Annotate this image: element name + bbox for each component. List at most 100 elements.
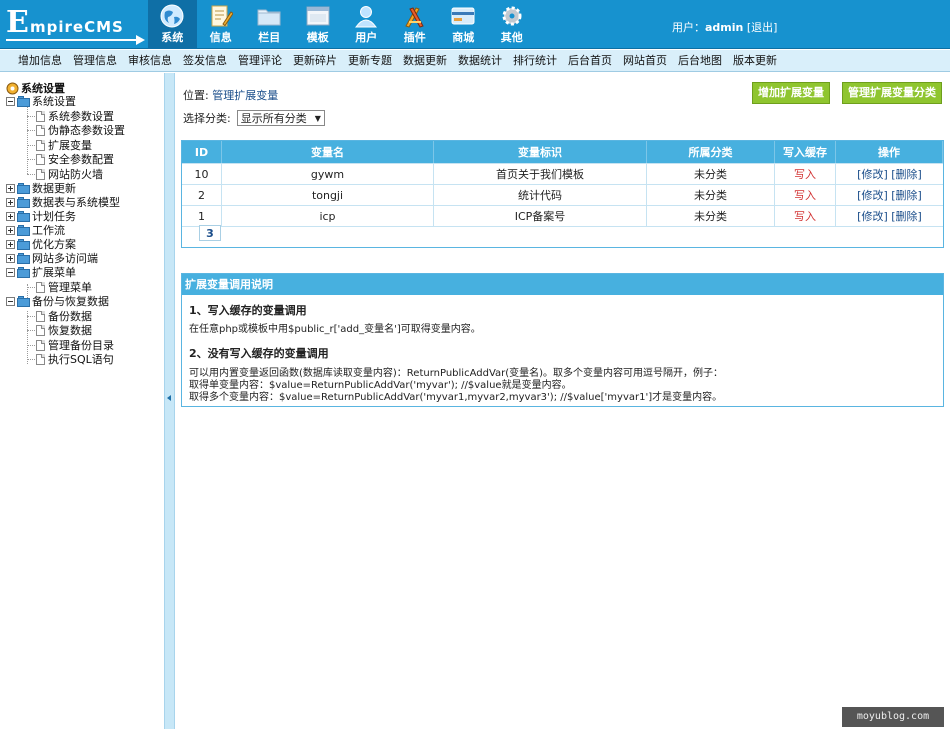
tree-item-rewrite-params[interactable]: 伪静态参数设置 (36, 123, 125, 137)
tree-group-backup[interactable]: 备份与恢复数据 (6, 294, 109, 308)
tools-icon (404, 7, 424, 28)
table-footer (182, 226, 943, 248)
tree-item-firewall[interactable]: 网站防火墙 (36, 167, 103, 181)
manage-ext-var-class-button[interactable]: 管理扩展变量分类 (842, 82, 942, 104)
folder-icon (17, 266, 30, 278)
expand-icon[interactable] (6, 253, 15, 263)
empirecms-logo: E mpireCMS (4, 6, 145, 45)
folder-icon (17, 252, 30, 264)
write-cache-link[interactable]: 写入 (794, 166, 816, 182)
table-header: ID 变量名 变量标识 所属分类 写入缓存 操作 (182, 141, 943, 163)
collapse-arrow-icon[interactable] (167, 395, 171, 401)
top-nav: 系统 信息 栏目 模板 用户 插件 商城 其他 (148, 0, 536, 49)
collapse-icon[interactable] (6, 296, 15, 306)
folder-icon (17, 196, 30, 208)
tree-group-data-update[interactable]: 数据更新 (6, 181, 76, 195)
expand-icon[interactable] (6, 197, 15, 207)
quick-manage-info[interactable]: 管理信息 (67, 50, 122, 71)
table-row: 2 tongji 统计代码 未分类 写入 [修改] [删除] (182, 184, 943, 205)
quick-review-info[interactable]: 审核信息 (122, 50, 177, 71)
add-ext-var-button[interactable]: 增加扩展变量 (752, 82, 830, 104)
expand-icon[interactable] (6, 239, 15, 249)
tree-group-workflow[interactable]: 工作流 (6, 223, 65, 237)
card-icon (451, 7, 475, 25)
help-panel: 扩展变量调用说明 1、写入缓存的变量调用 在任意php或模板中用$public_… (181, 273, 944, 407)
tree-group-system-settings[interactable]: 系统设置 (6, 94, 76, 108)
quick-admin-home[interactable]: 后台首页 (562, 50, 617, 71)
collapse-icon[interactable] (6, 96, 15, 106)
tab-column[interactable]: 栏目 (245, 0, 294, 49)
breadcrumb-link[interactable]: 管理扩展变量 (212, 89, 278, 102)
ext-var-table: ID 变量名 变量标识 所属分类 写入缓存 操作 10 gywm 首页关于我们模… (181, 140, 944, 248)
quick-data-update[interactable]: 数据更新 (397, 50, 452, 71)
page-icon (36, 168, 45, 180)
delete-link[interactable]: [删除] (891, 187, 922, 203)
col-actions: 操作 (836, 141, 943, 163)
tab-other[interactable]: 其他 (488, 0, 537, 49)
quick-update-topics[interactable]: 更新专题 (342, 50, 397, 71)
tree-group-tables-models[interactable]: 数据表与系统模型 (6, 195, 120, 209)
tree-item-system-params[interactable]: 系统参数设置 (36, 109, 114, 123)
quick-manage-comments[interactable]: 管理评论 (232, 50, 287, 71)
edit-icon (211, 5, 233, 27)
delete-link[interactable]: [删除] (891, 208, 922, 224)
tree-item-exec-sql[interactable]: 执行SQL语句 (36, 352, 114, 366)
collapse-icon[interactable] (6, 267, 15, 277)
expand-icon[interactable] (6, 183, 15, 193)
page-icon (36, 353, 45, 365)
tab-info[interactable]: 信息 (197, 0, 246, 49)
settings-icon (6, 82, 19, 94)
user-info: 用户：admin [退出] (672, 21, 778, 34)
page-number[interactable]: 3 (199, 225, 221, 241)
edit-link[interactable]: [修改] (857, 187, 888, 203)
quick-version-update[interactable]: 版本更新 (727, 50, 782, 71)
table-row: 10 gywm 首页关于我们模板 未分类 写入 [修改] [删除] (182, 163, 943, 184)
tree-group-optimization[interactable]: 优化方案 (6, 237, 76, 251)
delete-link[interactable]: [删除] (891, 166, 922, 182)
quick-update-fragments[interactable]: 更新碎片 (287, 50, 342, 71)
edit-link[interactable]: [修改] (857, 166, 888, 182)
help-title: 扩展变量调用说明 (182, 274, 943, 295)
quick-data-stats[interactable]: 数据统计 (452, 50, 507, 71)
tab-user[interactable]: 用户 (342, 0, 391, 49)
dropdown-arrow-icon: ▼ (314, 113, 321, 123)
class-select[interactable]: 显示所有分类 ▼ (236, 110, 325, 126)
help-text-4: 取得多个变量内容：$value=ReturnPublicAddVar('myva… (189, 392, 723, 403)
top-header: E mpireCMS 系统 信息 栏目 模板 用户 插件 商城 其他 用户：ad… (0, 0, 950, 49)
tree-item-manage-menu[interactable]: 管理菜单 (36, 280, 92, 294)
expand-icon[interactable] (6, 211, 15, 221)
quick-rank-stats[interactable]: 排行统计 (507, 50, 562, 71)
folder-icon (17, 224, 30, 236)
tree-item-backup-dir[interactable]: 管理备份目录 (36, 338, 114, 352)
expand-icon[interactable] (6, 225, 15, 235)
tree-group-scheduled-tasks[interactable]: 计划任务 (6, 209, 76, 223)
folder-icon (257, 9, 281, 26)
page-icon (36, 339, 45, 351)
tree-item-security-params[interactable]: 安全参数配置 (36, 152, 114, 166)
tab-system[interactable]: 系统 (148, 0, 197, 49)
tab-template[interactable]: 模板 (294, 0, 343, 49)
tree-item-backup-data[interactable]: 备份数据 (36, 309, 92, 323)
tree-item-restore-data[interactable]: 恢复数据 (36, 323, 92, 337)
logout-link[interactable]: [退出] (747, 21, 778, 34)
tree-group-ext-menu[interactable]: 扩展菜单 (6, 265, 76, 279)
help-heading-1: 1、写入缓存的变量调用 (189, 304, 307, 317)
tree-item-ext-vars[interactable]: 扩展变量 (36, 138, 92, 152)
quick-sign-info[interactable]: 签发信息 (177, 50, 232, 71)
tab-shop[interactable]: 商城 (439, 0, 488, 49)
quick-site-home[interactable]: 网站首页 (617, 50, 672, 71)
window-icon (306, 6, 329, 26)
folder-icon (17, 95, 30, 107)
quick-admin-map[interactable]: 后台地图 (672, 50, 727, 71)
write-cache-link[interactable]: 写入 (794, 187, 816, 203)
folder-icon (17, 295, 30, 307)
globe-icon (160, 4, 184, 28)
tab-plugin[interactable]: 插件 (391, 0, 440, 49)
help-heading-2: 2、没有写入缓存的变量调用 (189, 347, 329, 360)
tree-group-multi-access[interactable]: 网站多访问端 (6, 251, 98, 265)
write-cache-link[interactable]: 写入 (794, 208, 816, 224)
sidebar-splitter[interactable] (164, 73, 175, 729)
edit-link[interactable]: [修改] (857, 208, 888, 224)
quick-add-info[interactable]: 增加信息 (12, 50, 67, 71)
page-icon (36, 281, 45, 293)
